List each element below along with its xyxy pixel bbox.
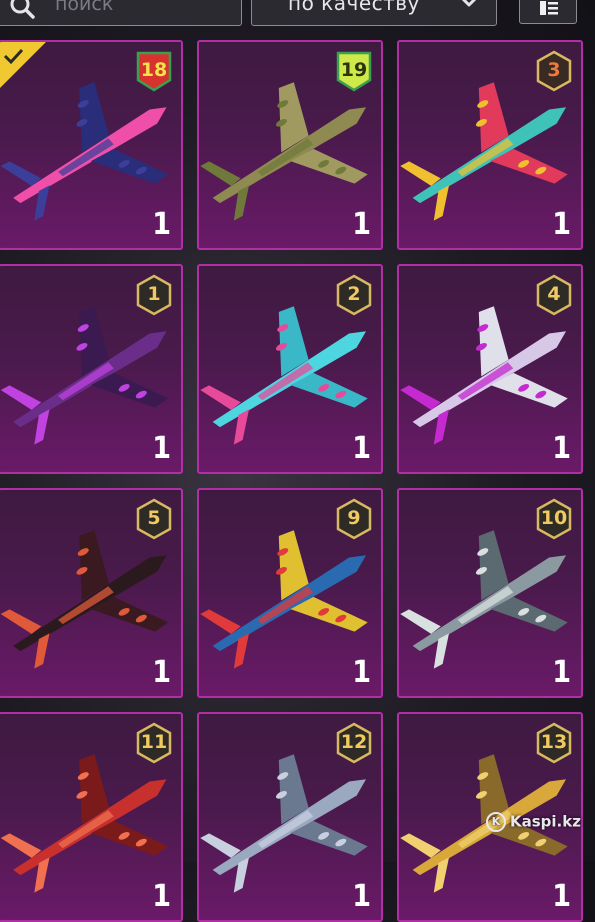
list-view-icon	[540, 1, 558, 15]
item-card[interactable]: 11	[0, 264, 183, 474]
item-count: 1	[552, 879, 571, 914]
level-badge: 13	[535, 722, 573, 764]
search-icon	[10, 0, 35, 19]
level-number: 13	[540, 731, 568, 753]
top-toolbar: поиск по качеству	[0, 0, 595, 30]
item-card[interactable]: 19 1	[197, 40, 383, 250]
item-card[interactable]: 10 1	[397, 488, 583, 698]
level-badge: 10	[535, 498, 573, 540]
level-number: 1	[147, 283, 161, 305]
level-number: 18	[140, 59, 168, 81]
item-count: 1	[152, 207, 171, 242]
item-count: 1	[352, 431, 371, 466]
level-number: 4	[547, 283, 561, 305]
item-card[interactable]: 12 1	[197, 712, 383, 922]
item-count: 1	[152, 655, 171, 690]
item-card[interactable]: 41	[397, 264, 583, 474]
item-card[interactable]: 21	[197, 264, 383, 474]
kaspi-logo-icon: K	[486, 812, 506, 832]
level-badge: 18	[135, 50, 173, 92]
selected-check-icon	[0, 42, 46, 88]
item-count: 1	[552, 655, 571, 690]
item-card[interactable]: 31	[397, 40, 583, 250]
level-badge: 3	[535, 50, 573, 92]
level-badge: 11	[135, 722, 173, 764]
level-number: 19	[340, 59, 368, 81]
level-badge: 2	[335, 274, 373, 316]
item-card[interactable]: 18 1	[0, 40, 183, 250]
item-card[interactable]: 51	[0, 488, 183, 698]
item-count: 1	[352, 207, 371, 242]
item-count: 1	[352, 655, 371, 690]
item-count: 1	[552, 207, 571, 242]
search-placeholder: поиск	[55, 0, 114, 15]
level-badge: 1	[135, 274, 173, 316]
level-number: 3	[547, 59, 561, 81]
item-count: 1	[152, 879, 171, 914]
level-number: 9	[347, 507, 361, 529]
item-count: 1	[552, 431, 571, 466]
search-input[interactable]: поиск	[0, 0, 242, 26]
level-number: 5	[147, 507, 161, 529]
sort-label: по качеству	[288, 0, 420, 15]
level-badge: 12	[335, 722, 373, 764]
level-number: 2	[347, 283, 361, 305]
level-badge: 19	[335, 50, 373, 92]
level-number: 10	[540, 507, 568, 529]
level-number: 11	[140, 731, 168, 753]
item-card[interactable]: 11 1	[0, 712, 183, 922]
view-toggle-button[interactable]	[519, 0, 577, 24]
watermark-text: Kaspi.kz	[510, 812, 581, 831]
level-number: 12	[340, 731, 368, 753]
sort-dropdown[interactable]: по качеству	[251, 0, 497, 26]
watermark: K Kaspi.kz	[486, 812, 581, 832]
level-badge: 5	[135, 498, 173, 540]
level-badge: 9	[335, 498, 373, 540]
item-count: 1	[152, 431, 171, 466]
item-count: 1	[352, 879, 371, 914]
item-card[interactable]: 91	[197, 488, 383, 698]
chevron-down-icon	[461, 0, 477, 7]
level-badge: 4	[535, 274, 573, 316]
